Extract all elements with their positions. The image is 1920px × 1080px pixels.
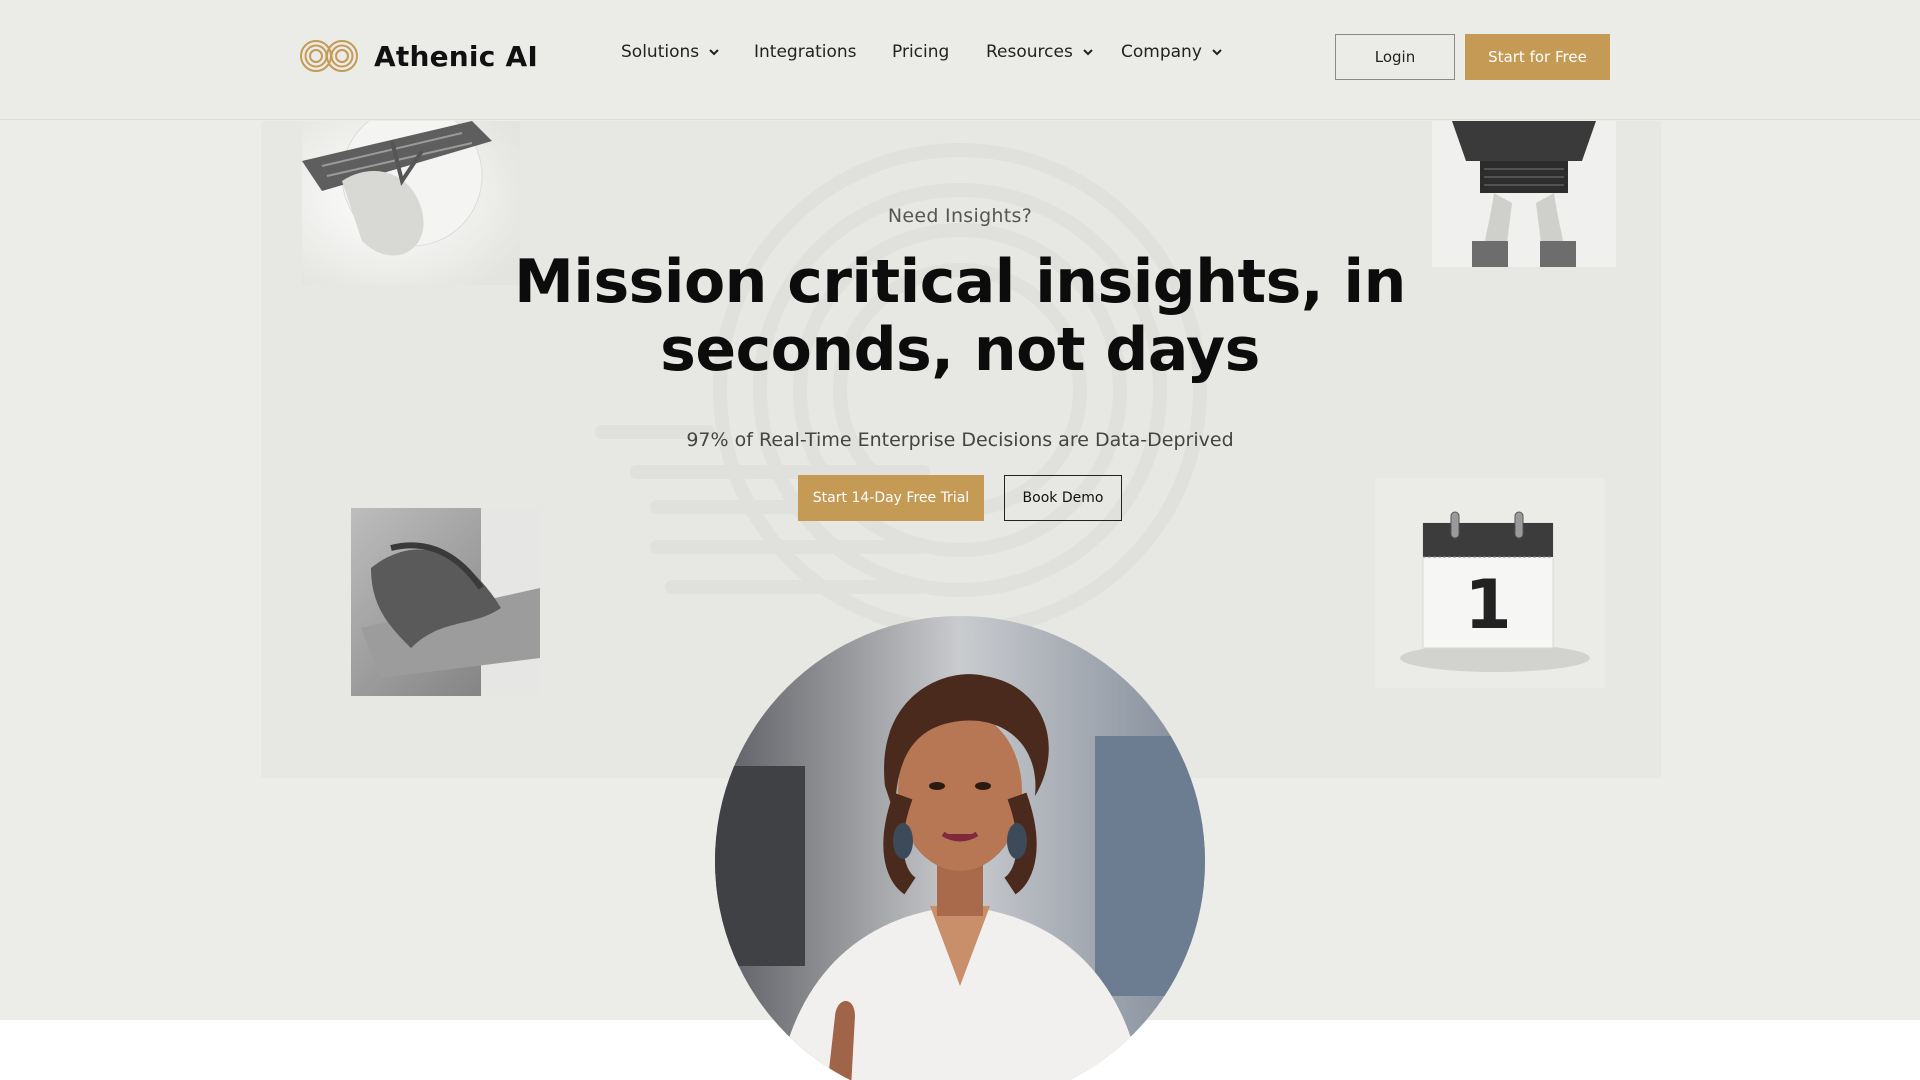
hand-on-keyboard-image [351, 508, 540, 696]
login-button[interactable]: Login [1335, 34, 1455, 80]
hero-headline-line-1: Mission critical insights, in [514, 247, 1406, 317]
nav-item-resources[interactable]: Resources [986, 42, 1094, 62]
calendar-image: 1 [1375, 478, 1605, 688]
hero-headline-line-2: seconds, not days [660, 315, 1260, 385]
nav-item-label: Company [1121, 42, 1202, 62]
hero-eyebrow: Need Insights? [887, 205, 1033, 227]
nav-item-label: Integrations [754, 42, 857, 62]
calendar-day-number: 1 [1464, 566, 1511, 645]
hero-subheadline: 97% of Real-Time Enterprise Decisions ar… [686, 429, 1234, 451]
site-header: Athenic AI Solutions Integrations Pricin… [0, 0, 1920, 120]
nav-item-label: Pricing [892, 42, 950, 62]
brand-logo-link[interactable]: Athenic AI [298, 36, 538, 76]
start-for-free-button[interactable]: Start for Free [1465, 34, 1610, 80]
book-demo-button[interactable]: Book Demo [1004, 475, 1122, 521]
nav-item-label: Solutions [621, 42, 700, 62]
start-free-trial-button[interactable]: Start 14-Day Free Trial [798, 475, 984, 521]
nav-item-solutions[interactable]: Solutions [621, 42, 720, 62]
chevron-down-icon [1212, 49, 1222, 56]
nav-item-integrations[interactable]: Integrations [754, 42, 857, 62]
infinity-rings-icon [300, 40, 358, 72]
nav-item-label: Resources [986, 42, 1073, 62]
nav-item-pricing[interactable]: Pricing [892, 42, 949, 62]
laptop-typing-image [1432, 121, 1616, 267]
hero-headline: Mission critical insights, in seconds, n… [460, 248, 1460, 384]
chevron-down-icon [709, 49, 719, 56]
nav-item-company[interactable]: Company [1121, 42, 1223, 62]
brand-name: Athenic AI [374, 39, 538, 73]
woman-portrait-image [715, 616, 1205, 1080]
chevron-down-icon [1083, 49, 1093, 56]
